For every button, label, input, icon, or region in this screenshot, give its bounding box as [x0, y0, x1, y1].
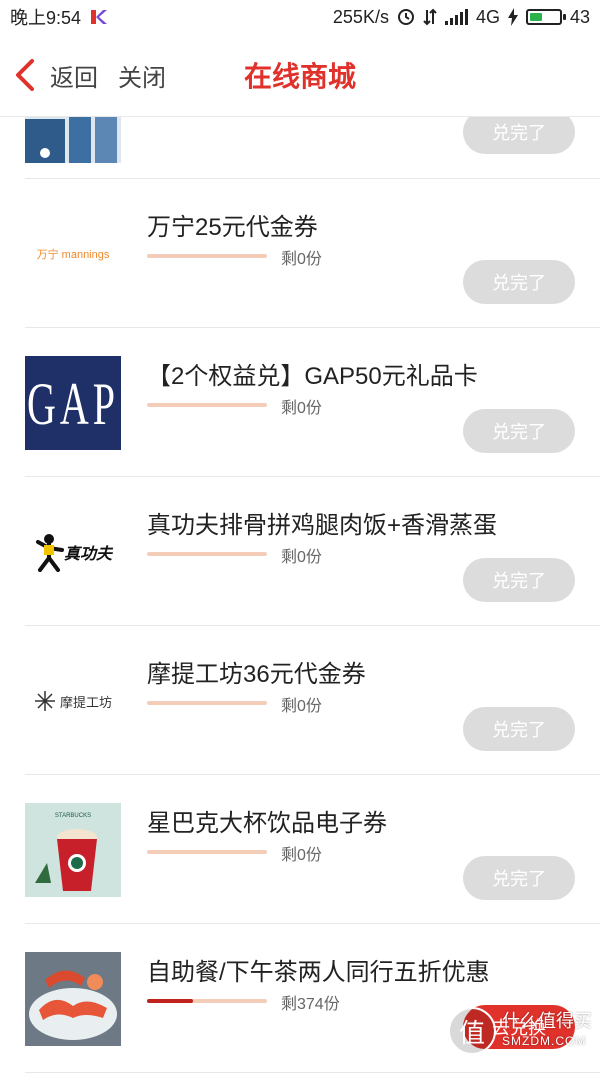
watermark-text: 什么值得买 SMZDM.COM: [502, 1011, 592, 1051]
app-k-icon: [91, 10, 108, 24]
watermark-line2: SMZDM.COM: [502, 1034, 587, 1048]
nav-bar: 返回 关闭 在线商城: [0, 34, 600, 117]
redeem-button[interactable]: 兑完了: [463, 117, 575, 154]
gap-logo: GAP: [25, 356, 121, 450]
charging-icon: [507, 8, 518, 26]
remaining-count: 剩374份: [281, 996, 340, 1013]
list-item[interactable]: 万宁 mannings 万宁25元代金券 剩0份 兑完了: [25, 179, 600, 328]
product-list: 兑完了 万宁 mannings 万宁25元代金券 剩0份 兑完了 GAP 【2个…: [0, 117, 600, 1073]
product-name: 自助餐/下午茶两人同行五折优惠: [147, 959, 490, 986]
signal-icon: [444, 9, 468, 25]
stock-progress-bar: [147, 999, 267, 1003]
redeem-button[interactable]: 兑完了: [463, 409, 575, 453]
battery-percent: 43: [569, 6, 590, 27]
zhengongfu-logo: 真功夫: [25, 505, 121, 599]
list-item[interactable]: STARBUCKS 星巴克大杯饮品电子券 剩0份 兑完了: [25, 775, 600, 924]
remaining-count: 剩0份: [281, 698, 322, 715]
network-speed: 255K/s: [332, 6, 389, 27]
product-name: 万宁25元代金券: [147, 214, 318, 241]
mannings-logo-text: 万宁 mannings: [36, 249, 110, 261]
partial-product-image: [25, 117, 121, 163]
smzdm-watermark: 值 什么值得买 SMZDM.COM: [448, 1007, 592, 1055]
mochi-logo-text: 摩提工坊: [59, 694, 112, 710]
zhengongfu-logo-text: 真功夫: [63, 546, 112, 563]
status-bar: 晚上9:54 255K/s 4G 43: [0, 0, 600, 34]
snowflake-icon: [34, 691, 55, 711]
starbucks-label: STARBUCKS: [55, 813, 91, 819]
list-item[interactable]: GAP 【2个权益兑】GAP50元礼品卡 剩0份 兑完了: [25, 328, 600, 477]
battery-icon: [525, 9, 566, 25]
stock-progress-bar: [147, 850, 267, 854]
network-type: 4G: [475, 6, 500, 27]
watermark-logo-icon: 值: [448, 1007, 496, 1055]
remaining-count: 剩0份: [281, 251, 322, 268]
list-item[interactable]: 摩提工坊 摩提工坊36元代金券 剩0份 兑完了: [25, 626, 600, 775]
progress-fill: [147, 999, 193, 1003]
redeem-button[interactable]: 兑完了: [463, 558, 575, 602]
back-label: 返回: [50, 64, 98, 92]
watermark-line1: 什么值得买: [502, 1011, 592, 1031]
back-button[interactable]: 返回: [0, 58, 98, 93]
stock-progress-bar: [147, 701, 267, 705]
product-name: 【2个权益兑】GAP50元礼品卡: [147, 363, 478, 390]
redeem-button[interactable]: 兑完了: [463, 856, 575, 900]
kungfu-figure-icon: [35, 534, 64, 572]
product-name: 星巴克大杯饮品电子券: [147, 810, 387, 837]
list-item[interactable]: 兑完了: [25, 117, 600, 179]
remaining-count: 剩0份: [281, 549, 322, 566]
alarm-icon: [397, 9, 414, 25]
clock: 晚上9:54: [10, 8, 82, 28]
remaining-count: 剩0份: [281, 847, 322, 864]
redeem-button[interactable]: 兑完了: [463, 260, 575, 304]
stock-progress-bar: [147, 403, 267, 407]
list-item[interactable]: 真功夫 真功夫排骨拼鸡腿肉饭+香滑蒸蛋 剩0份 兑完了: [25, 477, 600, 626]
gap-logo-text: GAP: [26, 369, 120, 437]
data-transfer-icon: [423, 8, 437, 26]
product-name: 摩提工坊36元代金券: [147, 661, 366, 688]
stock-progress-bar: [147, 254, 267, 258]
buffet-image: [25, 952, 121, 1046]
redeem-button[interactable]: 兑完了: [463, 707, 575, 751]
chevron-left-icon: [16, 59, 34, 91]
mannings-logo: 万宁 mannings: [25, 207, 121, 301]
remaining-count: 剩0份: [281, 400, 322, 417]
product-name: 真功夫排骨拼鸡腿肉饭+香滑蒸蛋: [147, 512, 498, 539]
close-button[interactable]: 关闭: [118, 58, 166, 93]
starbucks-image: STARBUCKS: [25, 803, 121, 897]
stock-progress-bar: [147, 552, 267, 556]
mochi-logo: 摩提工坊: [25, 654, 121, 748]
